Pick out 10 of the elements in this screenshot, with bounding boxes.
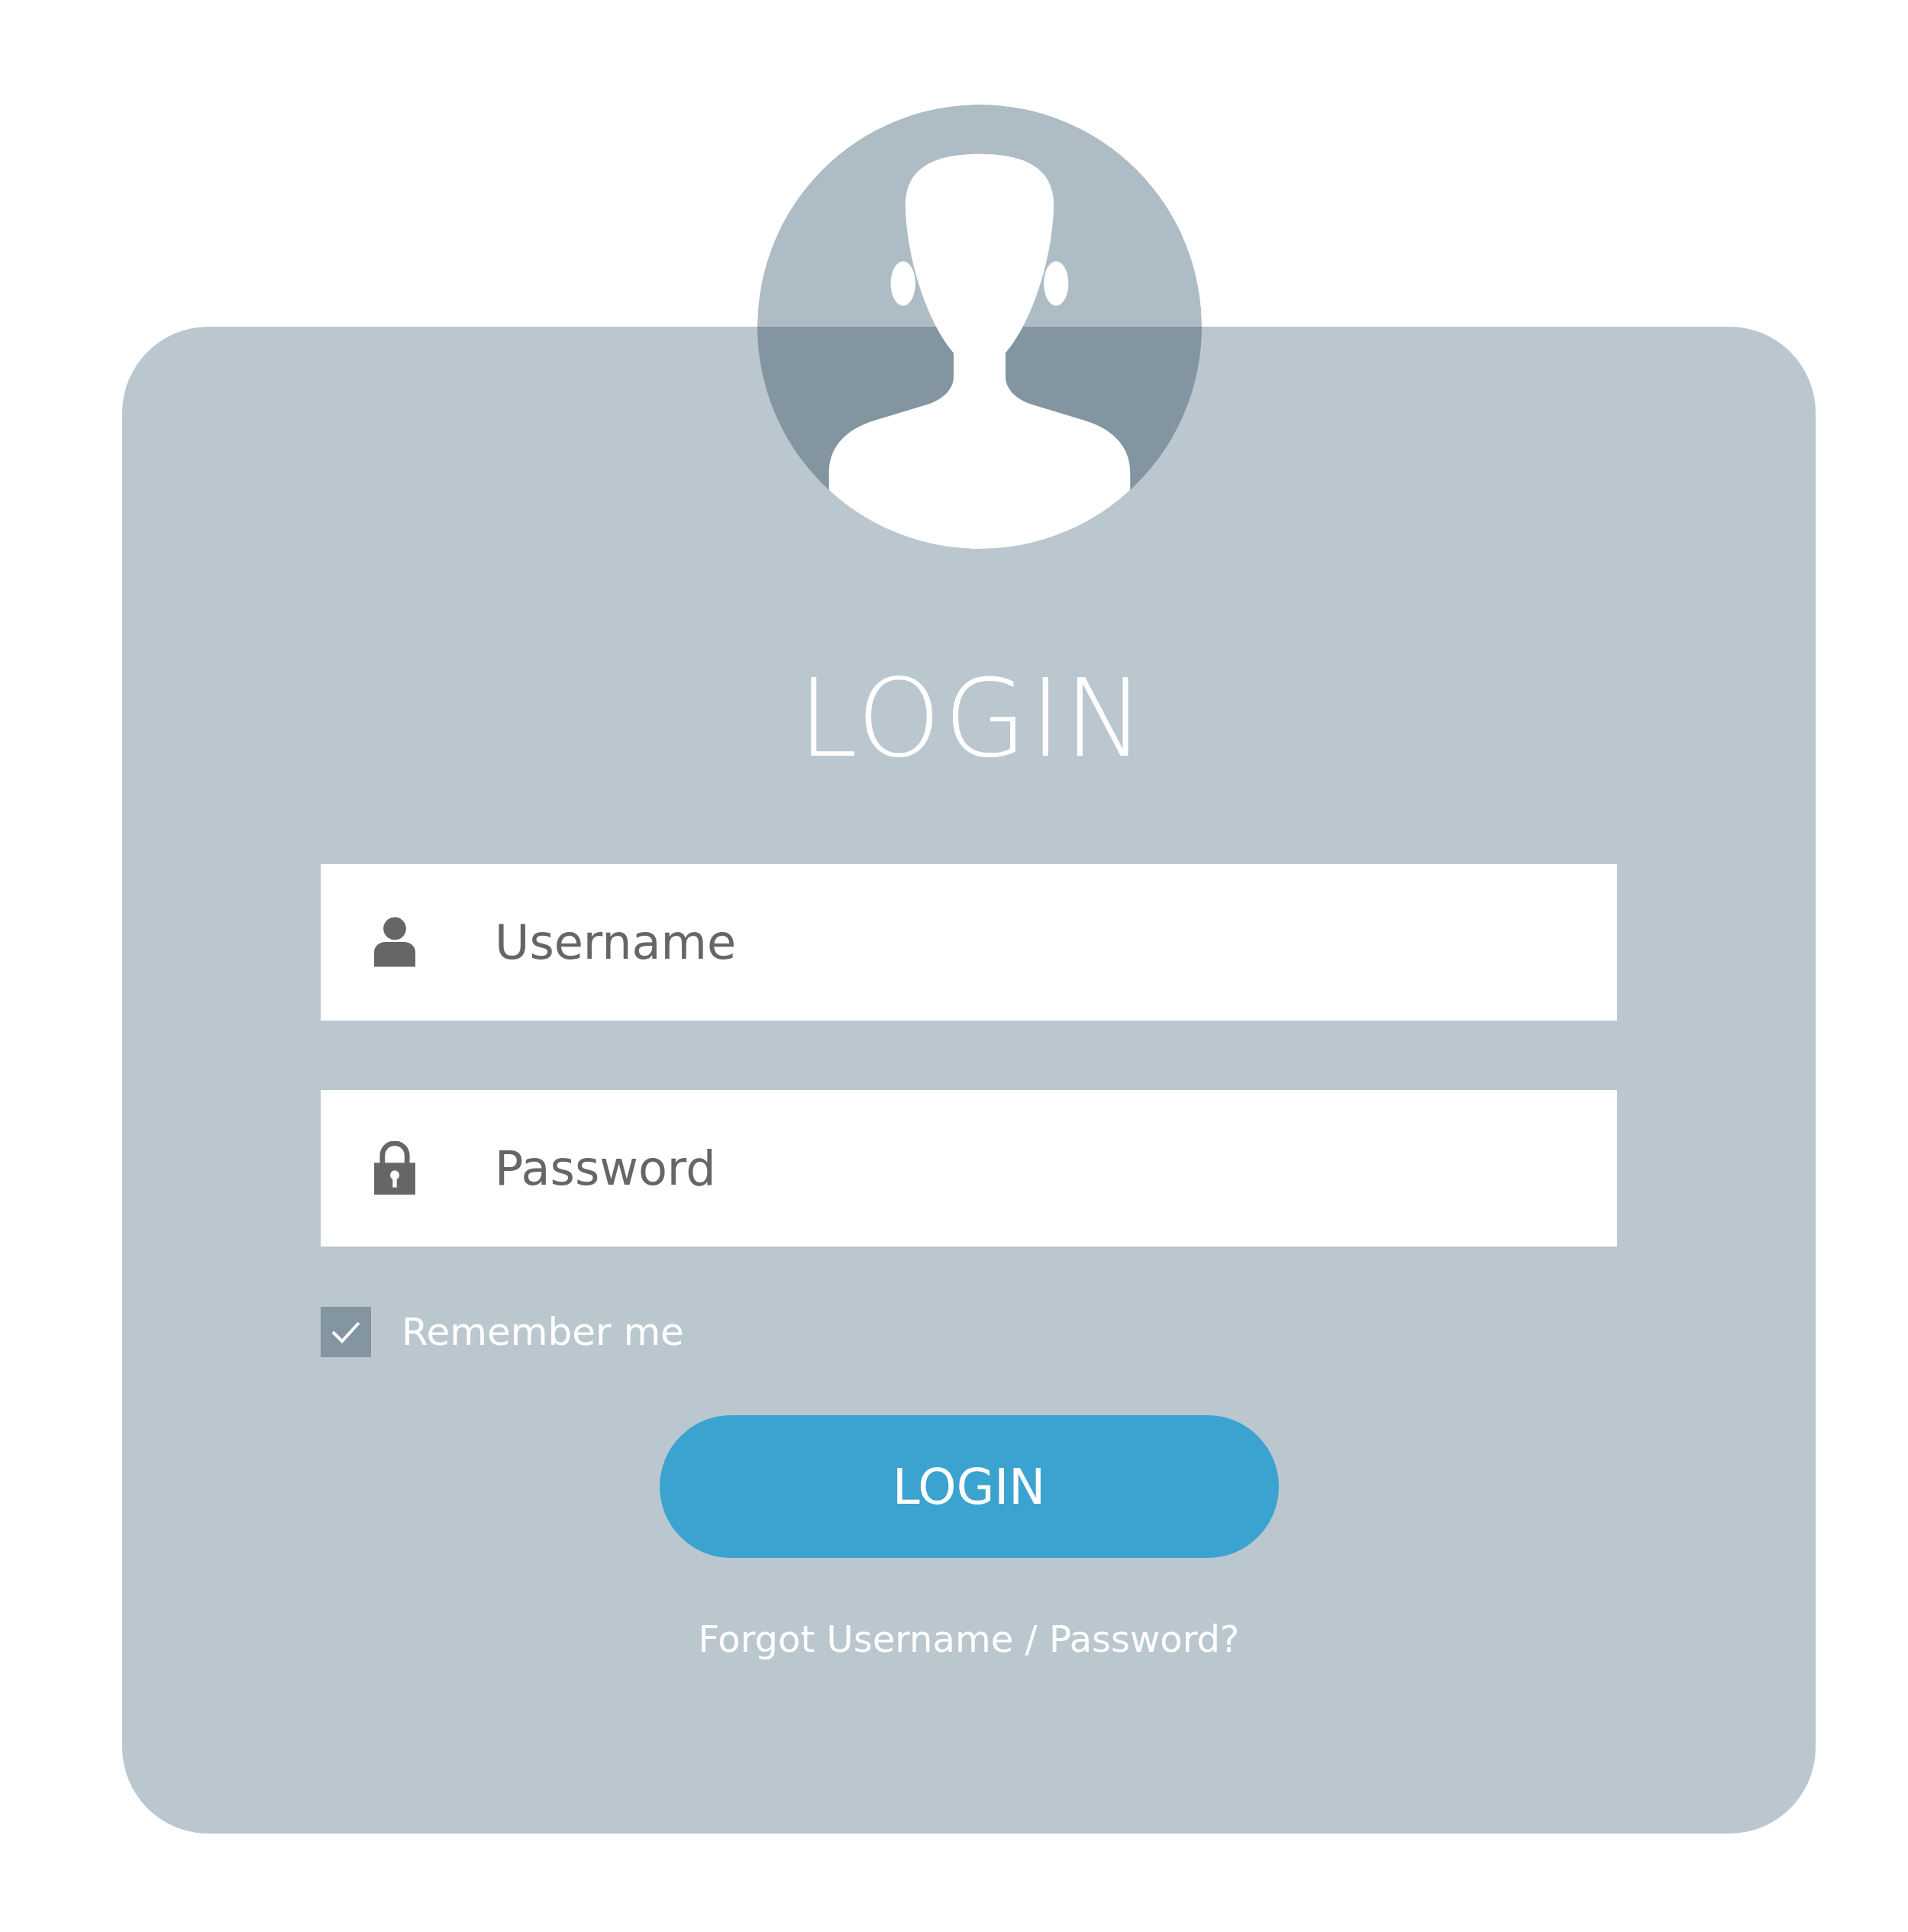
- username-field[interactable]: Username: [321, 864, 1617, 1021]
- password-field[interactable]: Password: [321, 1090, 1617, 1247]
- remember-label: Remember me: [402, 1310, 684, 1354]
- avatar-icon: [757, 105, 1202, 549]
- user-icon: [374, 915, 415, 969]
- remember-checkbox[interactable]: [321, 1307, 371, 1357]
- login-button[interactable]: LOGIN: [659, 1415, 1279, 1558]
- forgot-link[interactable]: Forgot Username / Password?: [698, 1618, 1240, 1660]
- login-title: LOGIN: [798, 666, 1148, 772]
- lock-icon: [374, 1141, 415, 1195]
